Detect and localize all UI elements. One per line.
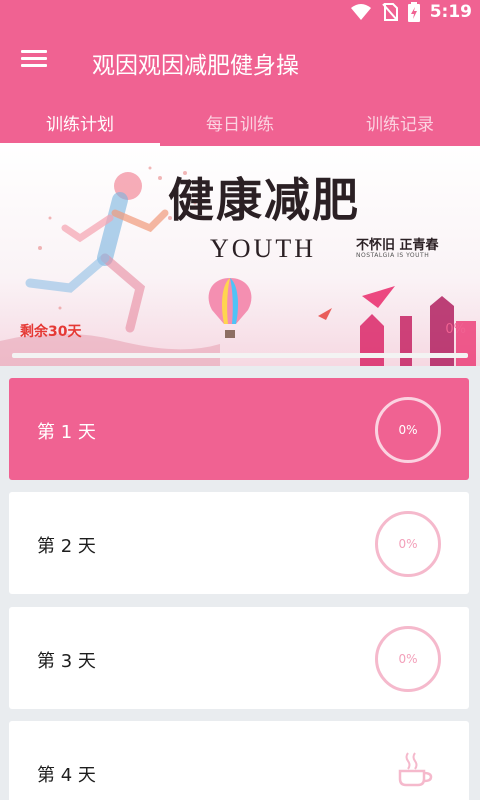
banner-progress-bar: [12, 353, 468, 358]
wifi-icon: [350, 4, 371, 20]
day-card-1[interactable]: 第 1 天 0%: [9, 378, 469, 480]
app-title: 观因观因减肥健身操: [92, 53, 299, 79]
banner-slogan: 不怀旧 正青春: [356, 238, 439, 253]
status-time: 5:19: [429, 2, 472, 22]
battery-charging-icon: [407, 2, 420, 22]
tab-training-plan[interactable]: 训练计划: [0, 100, 160, 146]
day-label: 第 1 天: [37, 422, 96, 443]
progress-ring: 0%: [375, 626, 441, 692]
day-label: 第 3 天: [37, 651, 96, 672]
banner-youth: YOUTH: [210, 234, 316, 263]
day-label: 第 4 天: [37, 765, 96, 786]
banner-slogan-subtitle: NOSTALGIA IS YOUTH: [356, 252, 430, 259]
day-card-4[interactable]: 第 4 天: [9, 721, 469, 800]
day-card-3[interactable]: 第 3 天 0%: [9, 607, 469, 709]
status-bar: 5:19: [0, 0, 480, 24]
coffee-cup-icon: [398, 752, 433, 787]
day-card-2[interactable]: 第 2 天 0%: [9, 492, 469, 594]
progress-ring: 0%: [375, 397, 441, 463]
app-bar: 观因观因减肥健身操: [0, 24, 480, 100]
tab-daily-training[interactable]: 每日训练: [160, 100, 320, 146]
no-sim-icon: [381, 3, 398, 21]
banner[interactable]: 健康减肥 YOUTH 不怀旧 正青春 NOSTALGIA IS YOUTH 剩余…: [0, 146, 480, 366]
day-label: 第 2 天: [37, 536, 96, 557]
hamburger-menu-icon[interactable]: [18, 46, 50, 76]
tab-bar: 训练计划 每日训练 训练记录: [0, 100, 480, 146]
progress-ring: 0%: [375, 511, 441, 577]
banner-title: 健康减肥: [168, 173, 360, 227]
banner-progress-label: 0%: [445, 322, 466, 337]
remaining-days: 剩余30天: [20, 324, 82, 340]
tab-training-record[interactable]: 训练记录: [320, 100, 480, 146]
